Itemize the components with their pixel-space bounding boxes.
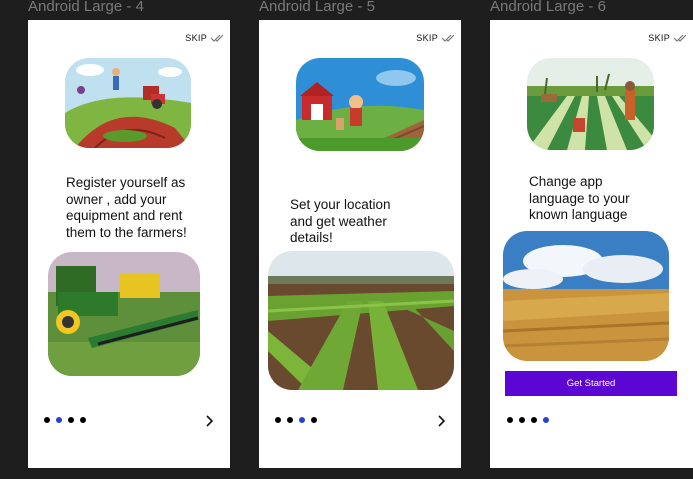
skip-label: SKIP [185, 33, 207, 43]
onboarding-text: Change app language to your known langua… [529, 174, 630, 222]
onboarding-text: Set your location and get weather detail… [290, 197, 391, 245]
page-dot [44, 417, 50, 423]
page-dot [80, 417, 86, 423]
page-indicator [507, 417, 549, 423]
skip-button[interactable]: SKIP [416, 33, 455, 43]
skip-label: SKIP [648, 33, 670, 43]
page-dot-active [543, 417, 549, 423]
skip-label: SKIP [416, 33, 438, 43]
onboarding-text: Register yourself as owner , add your eq… [66, 175, 187, 240]
farm-illustration [65, 58, 191, 148]
page-dot [531, 417, 537, 423]
chevron-right-icon [206, 415, 214, 427]
onboarding-screen-register: SKIP Register yourself as owner , add yo… [28, 20, 230, 468]
page-dot [311, 417, 317, 423]
page-indicator [44, 417, 86, 423]
frame-label-5: Android Large - 5 [259, 0, 375, 15]
next-button[interactable] [436, 412, 446, 430]
double-check-icon [441, 34, 455, 42]
onboarding-screen-location: SKIP Set your location and get weather d… [259, 20, 461, 468]
next-button[interactable] [204, 412, 214, 430]
page-dot [275, 417, 281, 423]
double-check-icon [210, 34, 224, 42]
page-dot [68, 417, 74, 423]
skip-button[interactable]: SKIP [185, 33, 224, 43]
page-dot [519, 417, 525, 423]
onboarding-screen-language: SKIP Change app language to your known l… [490, 20, 693, 468]
page-indicator [275, 417, 317, 423]
get-started-button[interactable]: Get Started [505, 371, 677, 396]
page-dot [287, 417, 293, 423]
wheat-field-photo [503, 231, 669, 361]
skip-button[interactable]: SKIP [648, 33, 687, 43]
page-dot-active [56, 417, 62, 423]
double-check-icon [673, 34, 687, 42]
farmer-barn-illustration [296, 58, 424, 151]
farmers-field-illustration [527, 58, 654, 150]
page-dot [507, 417, 513, 423]
page-dot-active [299, 417, 305, 423]
tractor-photo [48, 252, 200, 376]
frame-label-6: Android Large - 6 [490, 0, 606, 15]
crop-field-photo [268, 251, 454, 390]
chevron-right-icon [438, 415, 446, 427]
frame-label-4: Android Large - 4 [28, 0, 144, 15]
